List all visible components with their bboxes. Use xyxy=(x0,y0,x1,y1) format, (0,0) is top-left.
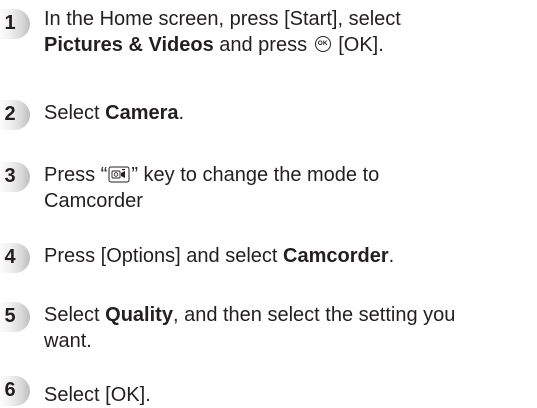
step-text-line-2: Pictures & Videos and press OK [OK]. xyxy=(44,32,524,58)
camera-mode-key-icon xyxy=(108,166,130,183)
step-text-segment: . xyxy=(388,245,395,267)
ok-key-icon: OK xyxy=(314,36,331,52)
step-text-segment: Select xyxy=(44,102,106,124)
step-number-badge: 3 xyxy=(0,162,30,192)
step-number: 6 xyxy=(4,379,16,401)
step-text-line-1: Press “ ” key to change the mode to xyxy=(44,162,524,188)
step-number: 3 xyxy=(4,165,16,187)
step-text: Select Quality, and then select the sett… xyxy=(44,302,524,354)
step-text-segment: and press xyxy=(213,34,313,56)
step-text-line-1: Select Quality, and then select the sett… xyxy=(44,302,524,328)
step-text: Press [Options] and select Camcorder. xyxy=(44,243,524,269)
step-number-badge: 6 xyxy=(0,376,30,406)
step-number-badge: 4 xyxy=(0,243,30,273)
step-text-segment: Select xyxy=(44,304,106,326)
step-number: 4 xyxy=(4,246,16,268)
step-text-segment: Press [Options] and select xyxy=(44,245,284,267)
step-text-line-1: In the Home screen, press [Start], selec… xyxy=(44,8,401,30)
step-text: Select [OK]. xyxy=(44,384,151,406)
step-text-segment: , and then select the setting you xyxy=(172,304,456,326)
step-bold-term: Camera xyxy=(105,102,179,124)
step-bold-term: Camcorder xyxy=(283,245,389,267)
step-text-line-2: want. xyxy=(44,330,92,352)
step-text-segment: [OK]. xyxy=(332,34,384,56)
step-bold-term: Pictures & Videos xyxy=(44,34,214,56)
ok-key-icon-label: OK xyxy=(317,40,328,47)
step-number: 1 xyxy=(4,12,16,34)
step-number-badge: 2 xyxy=(0,100,30,130)
step-number-badge: 5 xyxy=(0,302,30,332)
step-text: In the Home screen, press [Start], selec… xyxy=(44,6,524,58)
step-number-badge: 1 xyxy=(0,9,30,39)
step-text-segment: Press “ xyxy=(44,164,108,186)
step-text-line-2: Camcorder xyxy=(44,190,143,212)
step-bold-term: Quality xyxy=(105,304,173,326)
step-number: 2 xyxy=(4,103,16,125)
step-text-segment: . xyxy=(178,102,185,124)
step-text: Select Camera. xyxy=(44,100,524,126)
step-text: Press “ ” key to change the mode to Camc… xyxy=(44,162,524,214)
step-text-segment: ” key to change the mode to xyxy=(131,164,380,186)
step-number: 5 xyxy=(4,305,16,327)
